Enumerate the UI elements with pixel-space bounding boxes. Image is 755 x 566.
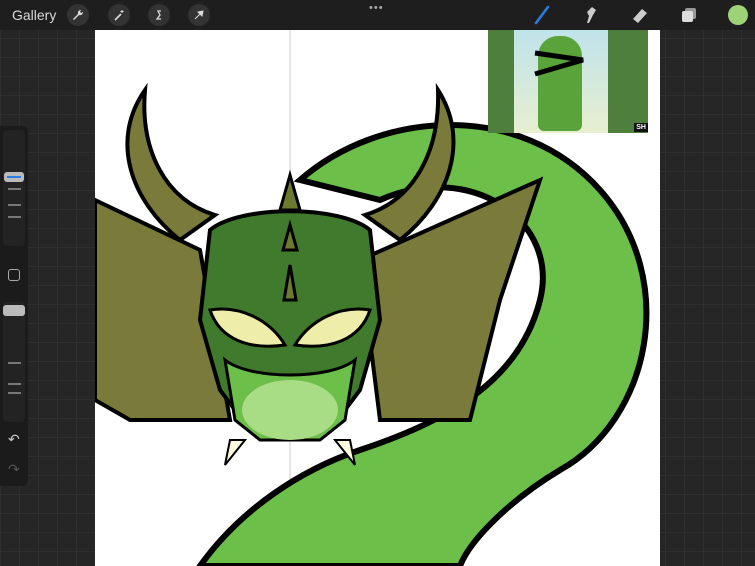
undo-button[interactable]: ↶ (8, 431, 20, 448)
selection-icon[interactable] (148, 4, 170, 26)
gallery-button[interactable]: Gallery (12, 7, 56, 23)
eraser-icon[interactable] (630, 5, 650, 25)
opacity-slider[interactable] (3, 302, 25, 422)
brush-size-handle[interactable] (4, 172, 24, 182)
actions-wrench-icon[interactable] (67, 4, 89, 26)
brush-size-slider[interactable] (3, 130, 25, 246)
color-picker-button[interactable] (728, 5, 748, 25)
brush-icon[interactable] (532, 5, 552, 25)
left-sidebar: ↶ ↷ (0, 126, 28, 486)
modify-button-square-icon[interactable] (8, 269, 20, 281)
more-options-button[interactable]: ••• (369, 2, 384, 14)
layers-icon[interactable] (679, 5, 699, 25)
redo-button[interactable]: ↷ (8, 461, 20, 478)
adjustments-magic-wand-icon[interactable] (108, 4, 130, 26)
transform-arrow-icon[interactable] (188, 4, 210, 26)
reference-image-window[interactable]: SH (488, 30, 648, 133)
reference-scribble (534, 50, 584, 77)
reference-badge: SH (634, 123, 648, 132)
opacity-handle[interactable] (3, 305, 25, 316)
left-horn (125, 82, 220, 243)
top-toolbar: Gallery ••• (0, 0, 755, 30)
dragon-chin (242, 380, 338, 440)
smudge-icon[interactable] (581, 5, 601, 25)
